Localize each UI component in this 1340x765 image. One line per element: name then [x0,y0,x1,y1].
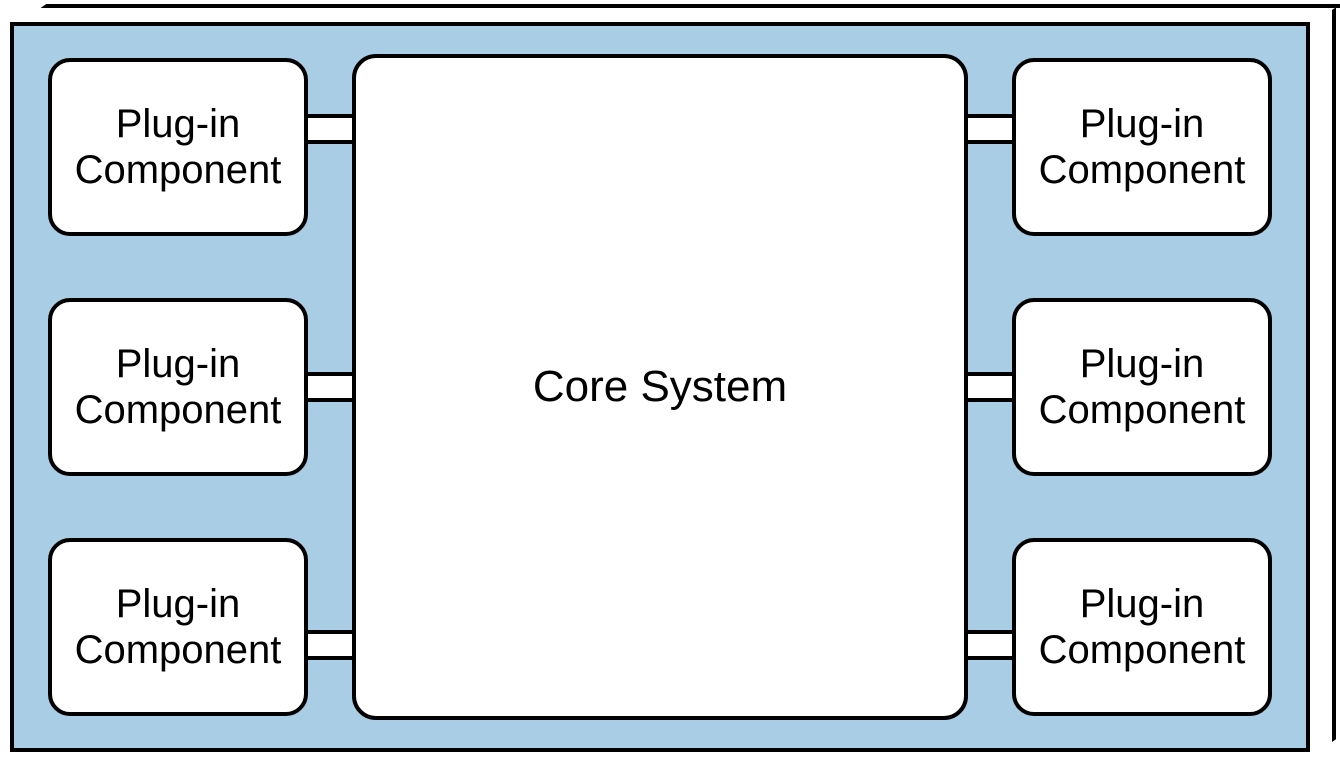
connector-right-0 [968,114,1012,144]
plugin-label-line1: Plug-in [116,581,241,627]
plugin-box-right-2: Plug-in Component [1012,538,1272,716]
connector-left-1 [308,372,352,402]
connector-left-2 [308,630,352,660]
plugin-box-right-1: Plug-in Component [1012,298,1272,476]
slab-right-face [1312,7,1336,756]
plugin-label-line1: Plug-in [116,341,241,387]
microkernel-architecture-diagram: Plug-in Component Plug-in Component Plug… [0,0,1340,765]
plugin-label-line1: Plug-in [1080,341,1205,387]
plugin-label-line2: Component [1039,627,1246,673]
plugin-box-right-0: Plug-in Component [1012,58,1272,236]
plugin-label-line1: Plug-in [1080,581,1205,627]
right-plugin-column: Plug-in Component Plug-in Component Plug… [1012,58,1272,716]
plugin-label-line2: Component [1039,387,1246,433]
plugin-label-line2: Component [75,147,282,193]
connector-right-2 [968,630,1012,660]
plugin-box-left-1: Plug-in Component [48,298,308,476]
plugin-label-line1: Plug-in [116,101,241,147]
plugin-label-line2: Component [75,387,282,433]
plugin-label-line2: Component [1039,147,1246,193]
plugin-box-left-0: Plug-in Component [48,58,308,236]
connector-right-1 [968,372,1012,402]
core-system-box: Core System [352,54,968,720]
core-wrap: Core System [308,58,1012,716]
left-connector-column [308,58,352,716]
right-connector-column [968,58,1012,716]
connector-left-0 [308,114,352,144]
plugin-label-line1: Plug-in [1080,101,1205,147]
plugin-box-left-2: Plug-in Component [48,538,308,716]
left-plugin-column: Plug-in Component Plug-in Component Plug… [48,58,308,716]
core-system-label: Core System [533,362,787,412]
diagram-content: Plug-in Component Plug-in Component Plug… [10,22,1310,752]
plugin-label-line2: Component [75,627,282,673]
